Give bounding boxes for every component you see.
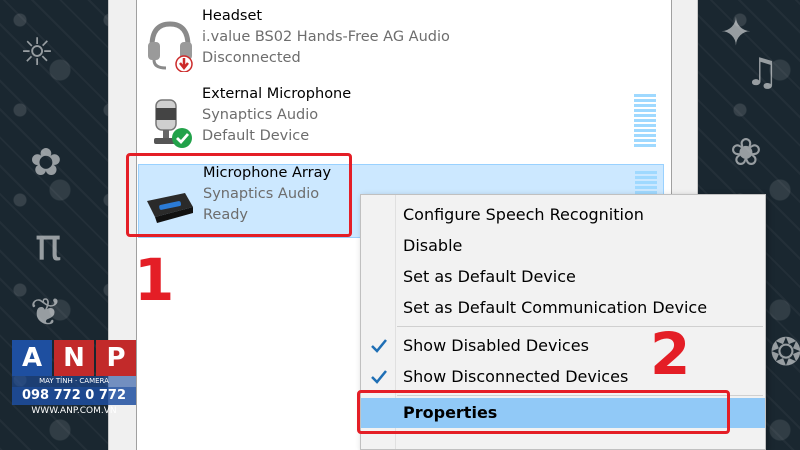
- level-meter: [635, 171, 657, 196]
- menu-item-show-disconnected[interactable]: Show Disconnected Devices: [361, 361, 765, 392]
- menu-item-label: Show Disabled Devices: [403, 336, 589, 355]
- logo-letter: A: [12, 340, 52, 376]
- device-status: Default Device: [202, 128, 310, 144]
- menu-item-show-disabled[interactable]: Show Disabled Devices: [361, 330, 765, 361]
- music-note-icon: ♫: [745, 50, 780, 94]
- level-meter: [634, 94, 656, 149]
- menu-item-label: Set as Default Communication Device: [403, 298, 708, 317]
- anp-watermark-logo: A N P MAY TÍNH · CAMERA 098 772 0 772 WW…: [12, 340, 136, 418]
- doodle-icon: ☼: [20, 30, 55, 74]
- menu-item-label: Configure Speech Recognition: [403, 205, 644, 224]
- paw-icon: ✿: [30, 140, 62, 184]
- logo-letter: P: [96, 340, 136, 376]
- menu-item-label: Disable: [403, 236, 463, 255]
- device-headset[interactable]: Headset i.value BS02 Hands-Free AG Audio…: [138, 8, 664, 82]
- logo-letter: N: [54, 340, 94, 376]
- device-external-microphone[interactable]: External Microphone Synaptics Audio Defa…: [138, 86, 664, 160]
- device-driver: i.value BS02 Hands-Free AG Audio: [202, 29, 450, 45]
- device-status: Disconnected: [202, 50, 301, 66]
- microphone-icon: [154, 99, 192, 148]
- checkmark-icon: [371, 339, 387, 353]
- menu-item-label: Show Disconnected Devices: [403, 367, 629, 386]
- menu-separator: [397, 326, 763, 327]
- star-icon: ✦: [720, 10, 752, 54]
- step-number-1: 1: [134, 246, 175, 314]
- logo-website: WWW.ANP.COM.VN: [31, 406, 117, 416]
- step-number-2: 2: [650, 320, 691, 388]
- device-driver: Synaptics Audio: [202, 107, 319, 123]
- logo-letters: A N P: [12, 340, 136, 376]
- menu-item-set-default-communication[interactable]: Set as Default Communication Device: [361, 292, 765, 323]
- menu-item-disable[interactable]: Disable: [361, 230, 765, 261]
- flower-icon: ❀: [730, 130, 762, 174]
- menu-item-label: Set as Default Device: [403, 267, 576, 286]
- device-name: Headset: [202, 8, 263, 24]
- leaf-icon: ❦: [30, 290, 62, 334]
- annotation-box-1: [126, 153, 352, 237]
- menu-item-configure-speech[interactable]: Configure Speech Recognition: [361, 199, 765, 230]
- headset-icon: [148, 21, 193, 72]
- checkmark-icon: [371, 370, 387, 384]
- logo-tagline: MAY TÍNH · CAMERA: [12, 376, 136, 387]
- device-name: External Microphone: [202, 86, 352, 102]
- logo-phone: 098 772 0 772: [12, 387, 136, 405]
- menu-item-set-default[interactable]: Set as Default Device: [361, 261, 765, 292]
- annotation-box-2: [357, 390, 730, 434]
- drop-icon: ❂: [770, 330, 800, 374]
- pi-icon: π: [35, 220, 62, 271]
